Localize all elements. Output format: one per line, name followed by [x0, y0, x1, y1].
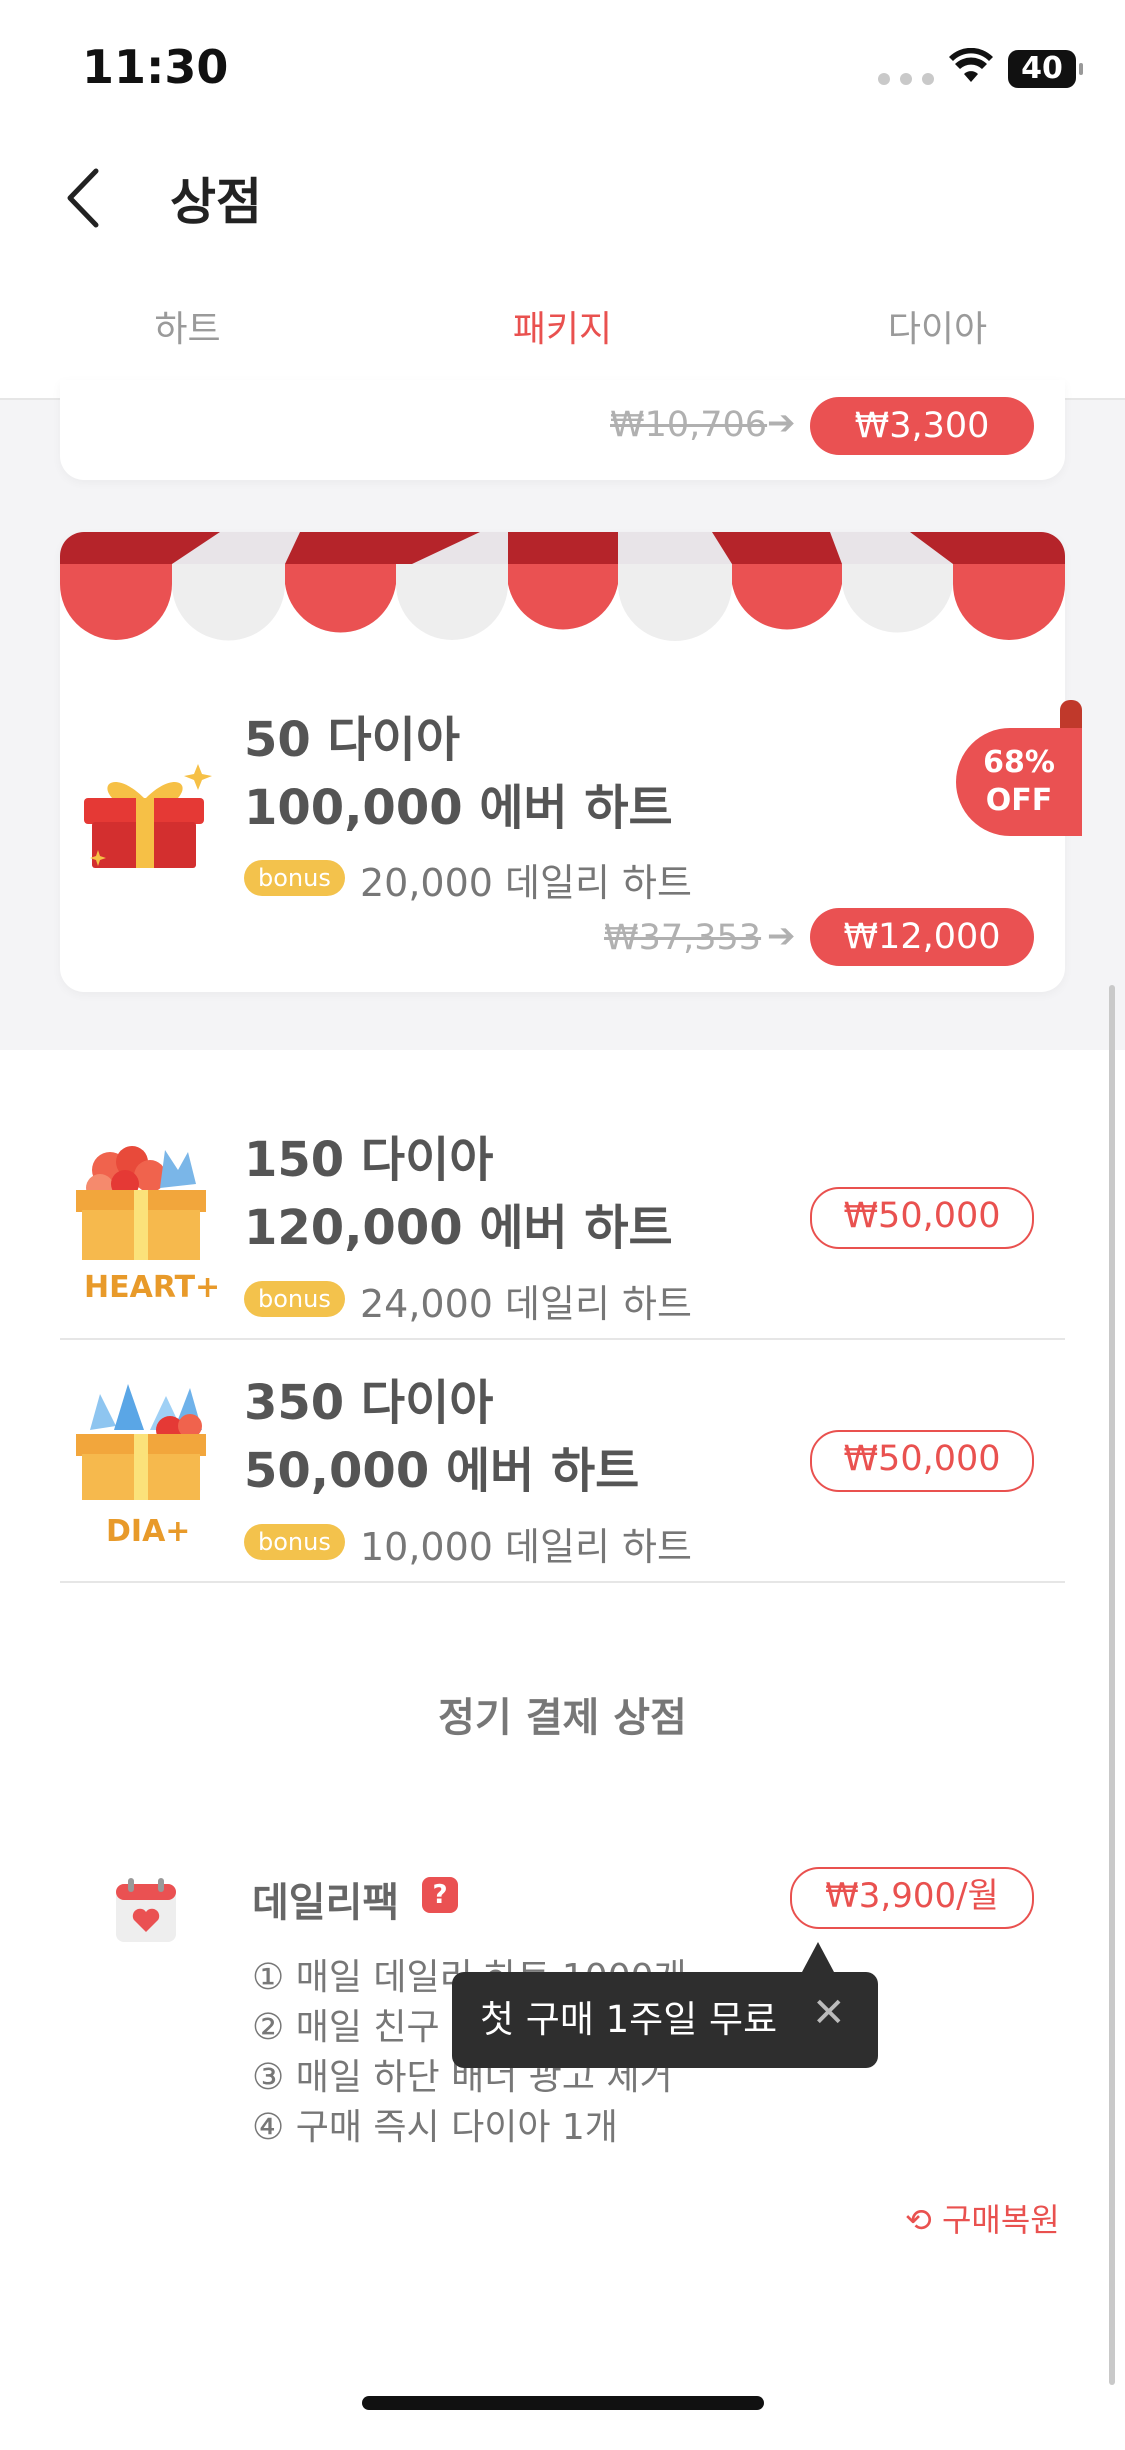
battery-icon: 40	[1008, 50, 1083, 88]
section-title: 정기 결제 상점	[438, 1695, 687, 1741]
signal-icon	[878, 70, 944, 89]
tab-package[interactable]: 패키지	[375, 300, 750, 352]
package-line1: 150 다이아	[244, 1132, 494, 1188]
status-time: 11:30	[82, 40, 229, 94]
calendar-icon	[112, 1876, 182, 1950]
divider	[60, 1338, 1065, 1340]
subscription-name: 데일리팩	[252, 1880, 400, 1926]
package-line1: 50 다이아	[244, 712, 460, 768]
buy-button[interactable]: ₩50,000	[810, 1187, 1034, 1249]
dia-plus-label: DIA+	[106, 1514, 191, 1549]
bonus-text: 24,000 데일리 하트	[360, 1282, 692, 1326]
awning	[60, 532, 1065, 641]
divider	[60, 1581, 1065, 1583]
dia-box-icon	[70, 1380, 215, 1524]
restore-purchase-button[interactable]: ⟲ 구매복원	[905, 2195, 1060, 2241]
package-line1: 350 다이아	[244, 1375, 494, 1431]
bonus-text: 10,000 데일리 하트	[360, 1525, 692, 1569]
package-line2: 50,000 에버 하트	[244, 1443, 640, 1499]
restore-label: 구매복원	[941, 2201, 1060, 2239]
arrow-right-icon: ➔	[767, 916, 796, 956]
bonus-badge: bonus	[244, 1524, 345, 1560]
discount-tag-fold	[1060, 700, 1082, 730]
buy-button[interactable]: ₩50,000	[810, 1430, 1034, 1492]
tab-heart[interactable]: 하트	[0, 300, 375, 352]
discount-off: OFF	[985, 783, 1053, 818]
feature-item: ② 매일 친구	[252, 2007, 440, 2048]
package-line2: 120,000 에버 하트	[244, 1200, 673, 1256]
heart-plus-label: HEART+	[84, 1270, 221, 1305]
tooltip-text: 첫 구매 1주일 무료	[480, 1998, 778, 2041]
close-icon[interactable]: ✕	[812, 1990, 846, 2036]
heart-box-icon	[70, 1140, 215, 1284]
original-price: ₩37,353	[604, 918, 762, 958]
arrow-right-icon: ➔	[767, 403, 796, 443]
help-icon[interactable]: ?	[422, 1877, 458, 1913]
back-icon[interactable]	[62, 167, 106, 229]
feature-item: ④ 구매 즉시 다이아 1개	[252, 2107, 618, 2148]
wifi-icon	[948, 47, 994, 88]
home-indicator[interactable]	[362, 2396, 764, 2410]
header	[0, 135, 1125, 280]
buy-button[interactable]: ₩3,300	[810, 397, 1034, 455]
original-price: ₩10,706	[610, 405, 768, 445]
package-line2: 100,000 에버 하트	[244, 780, 673, 836]
buy-button[interactable]: ₩12,000	[810, 908, 1034, 966]
refresh-icon: ⟲	[905, 2201, 932, 2239]
tooltip-caret	[802, 1942, 834, 1972]
discount-badge: 68% OFF	[956, 728, 1082, 836]
bonus-badge: bonus	[244, 860, 345, 896]
scrollbar[interactable]	[1109, 985, 1115, 2385]
discount-percent: 68%	[983, 745, 1055, 780]
bonus-badge: bonus	[244, 1281, 345, 1317]
page-title: 상점	[170, 173, 262, 231]
bonus-text: 20,000 데일리 하트	[360, 861, 692, 905]
gift-icon	[78, 752, 218, 876]
tab-dia[interactable]: 다이아	[750, 300, 1125, 352]
subscribe-button[interactable]: ₩3,900/월	[790, 1867, 1034, 1929]
